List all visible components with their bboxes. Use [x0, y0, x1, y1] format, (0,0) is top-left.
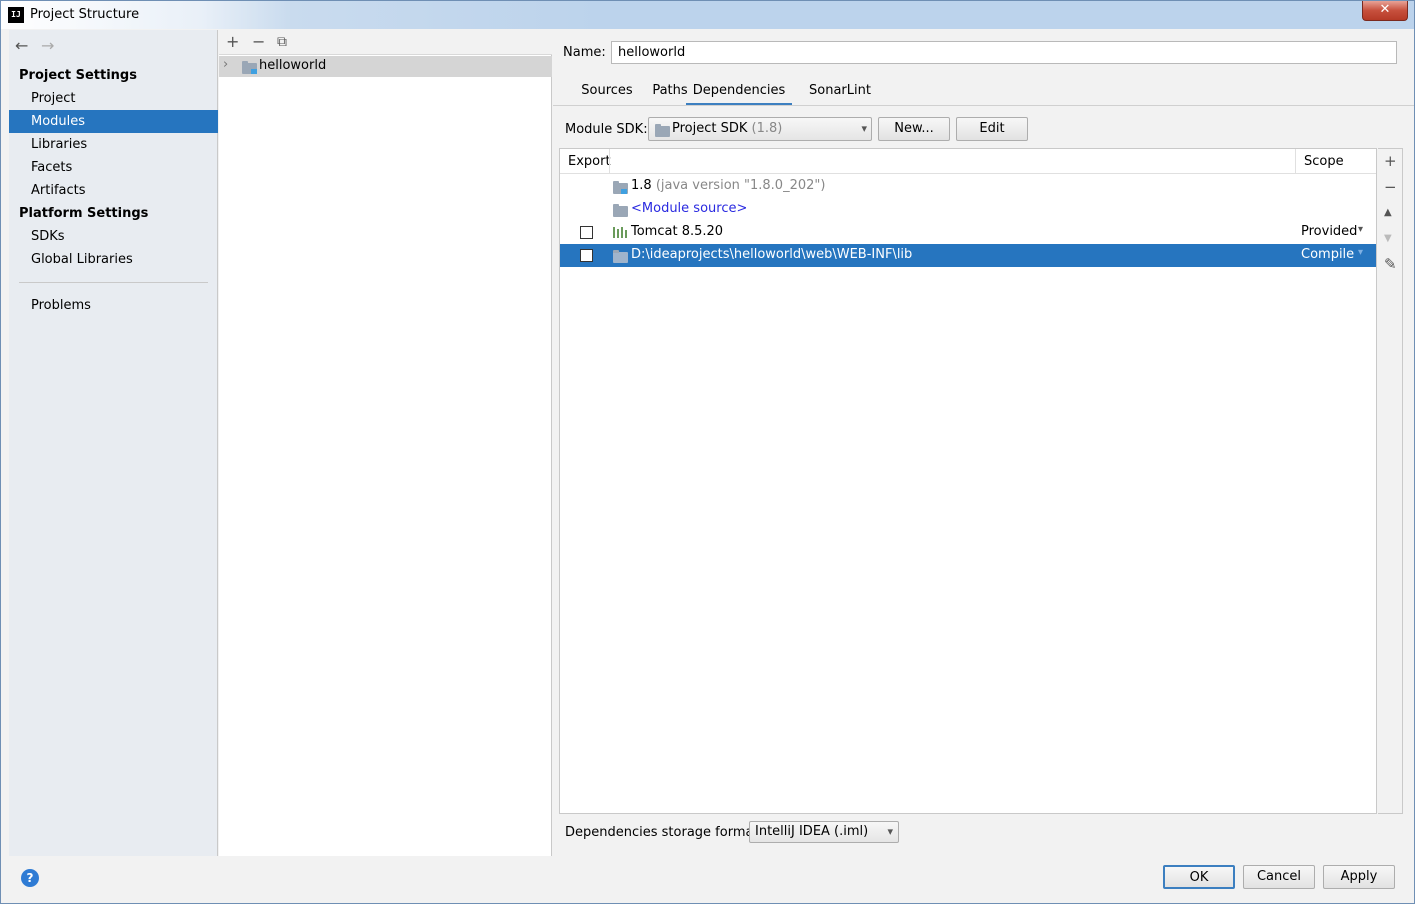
- title-bar: IJ Project Structure ✕: [1, 1, 1414, 29]
- chevron-down-icon[interactable]: ▾: [1358, 247, 1363, 258]
- module-detail-panel: Name: helloworld Sources Paths Dependenc…: [553, 30, 1414, 856]
- table-row[interactable]: Tomcat 8.5.20 Provided ▾: [560, 221, 1376, 244]
- module-sdk-label: Module SDK:: [565, 122, 648, 137]
- table-row[interactable]: 1.8 (java version "1.8.0_202"): [560, 175, 1376, 198]
- scope-column-header[interactable]: Scope: [1304, 154, 1344, 169]
- module-name-label: helloworld: [259, 58, 327, 73]
- new-sdk-button[interactable]: New...: [878, 117, 950, 141]
- nav-item-artifacts[interactable]: Artifacts: [9, 179, 218, 202]
- project-structure-window: IJ Project Structure ✕ ← → Project Settin…: [0, 0, 1415, 904]
- storage-format-dropdown[interactable]: IntelliJ IDEA (.iml) ▾: [749, 821, 899, 843]
- move-up-icon[interactable]: ▲: [1384, 207, 1392, 218]
- tab-sonarlint[interactable]: SonarLint: [800, 80, 880, 106]
- chevron-down-icon[interactable]: ▾: [1358, 224, 1363, 235]
- column-divider: [609, 149, 610, 174]
- tabs-divider: [553, 105, 1414, 106]
- dependency-name: <Module source>: [631, 201, 748, 216]
- remove-icon[interactable]: −: [252, 32, 265, 51]
- edit-sdk-button[interactable]: Edit: [956, 117, 1028, 141]
- table-header: Export Scope: [560, 149, 1376, 174]
- storage-format-value: IntelliJ IDEA (.iml): [755, 824, 869, 839]
- help-icon[interactable]: ?: [21, 869, 39, 887]
- export-checkbox[interactable]: [580, 226, 593, 239]
- nav-item-sdks[interactable]: SDKs: [9, 225, 218, 248]
- name-label: Name:: [563, 45, 606, 60]
- ok-button[interactable]: OK: [1163, 865, 1235, 889]
- move-down-icon[interactable]: ▼: [1384, 233, 1392, 244]
- jdk-badge-icon: [621, 189, 627, 194]
- module-name-input[interactable]: helloworld: [611, 41, 1397, 64]
- tree-row-helloworld[interactable]: › helloworld: [219, 56, 552, 77]
- dependency-name: Tomcat 8.5.20: [631, 224, 724, 239]
- dependencies-side-toolbar: + − ▲ ▼ ✎: [1378, 148, 1403, 814]
- dependency-name: 1.8 (java version "1.8.0_202"): [631, 178, 826, 193]
- nav-item-global-libraries[interactable]: Global Libraries: [9, 248, 218, 271]
- scope-dropdown[interactable]: Compile: [1301, 247, 1354, 262]
- nav-divider: [19, 282, 208, 283]
- chevron-down-icon: ▾: [861, 122, 867, 135]
- tab-sources[interactable]: Sources: [575, 80, 639, 106]
- edit-dependency-icon[interactable]: ✎: [1384, 255, 1397, 273]
- nav-item-project[interactable]: Project: [9, 87, 218, 110]
- copy-icon[interactable]: ⧉: [277, 34, 287, 50]
- sdk-version: (1.8): [751, 121, 783, 136]
- export-checkbox[interactable]: [580, 249, 593, 262]
- sdk-folder-icon: [655, 124, 670, 137]
- scope-dropdown[interactable]: Provided: [1301, 224, 1357, 239]
- module-tree-panel: + − ⧉ › helloworld: [219, 30, 552, 856]
- module-tree-toolbar: + − ⧉: [219, 30, 552, 55]
- module-badge-icon: [251, 69, 257, 74]
- chevron-right-icon[interactable]: ›: [223, 57, 228, 72]
- library-icon: [613, 227, 627, 238]
- apply-button[interactable]: Apply: [1323, 865, 1395, 889]
- table-row[interactable]: D:\ideaprojects\helloworld\web\WEB-INF\l…: [560, 244, 1376, 267]
- export-column-header[interactable]: Export: [568, 154, 611, 169]
- cancel-button[interactable]: Cancel: [1243, 865, 1315, 889]
- tab-dependencies[interactable]: Dependencies: [686, 80, 792, 106]
- window-title: Project Structure: [30, 7, 140, 22]
- close-button[interactable]: ✕: [1362, 1, 1408, 21]
- chevron-down-icon: ▾: [887, 825, 893, 838]
- storage-format-label: Dependencies storage format:: [565, 825, 763, 840]
- dependency-name: D:\ideaprojects\helloworld\web\WEB-INF\l…: [631, 247, 913, 262]
- nav-item-facets[interactable]: Facets: [9, 156, 218, 179]
- add-dependency-icon[interactable]: +: [1384, 152, 1397, 170]
- add-icon[interactable]: +: [226, 32, 239, 51]
- table-row[interactable]: <Module source>: [560, 198, 1376, 221]
- column-divider: [1295, 149, 1296, 174]
- back-arrow-icon[interactable]: ←: [15, 36, 35, 55]
- nav-arrows: ← →: [15, 36, 67, 55]
- lib-folder-icon: [613, 250, 628, 263]
- nav-item-problems[interactable]: Problems: [9, 294, 218, 317]
- source-folder-icon: [613, 204, 628, 217]
- intellij-icon: IJ: [8, 7, 24, 23]
- platform-settings-heading: Platform Settings: [19, 206, 149, 221]
- nav-item-libraries[interactable]: Libraries: [9, 133, 218, 156]
- project-settings-heading: Project Settings: [19, 68, 137, 83]
- settings-nav: ← → Project Settings Project Modules Libr…: [9, 30, 218, 856]
- module-sdk-dropdown[interactable]: Project SDK (1.8) ▾: [648, 117, 872, 141]
- dependencies-table: Export Scope 1.8 (java version "1.8.0_20…: [559, 148, 1377, 814]
- remove-dependency-icon[interactable]: −: [1384, 178, 1397, 196]
- sdk-value: Project SDK: [672, 121, 748, 136]
- nav-item-modules[interactable]: Modules: [9, 110, 218, 133]
- forward-arrow-icon[interactable]: →: [41, 36, 61, 55]
